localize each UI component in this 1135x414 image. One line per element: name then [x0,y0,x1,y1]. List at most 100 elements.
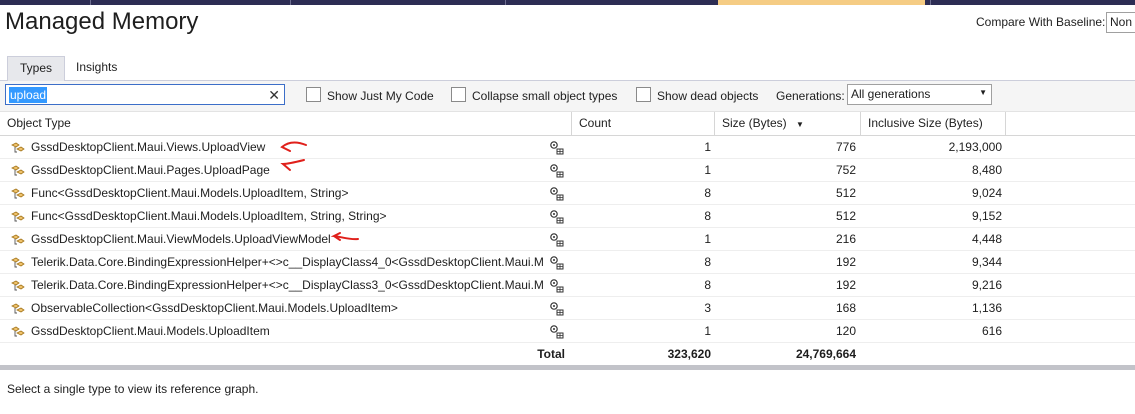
class-type-icon [10,209,26,225]
search-input[interactable] [7,86,267,103]
page-title: Managed Memory [5,8,198,36]
reference-graph-icon[interactable] [549,232,565,248]
object-type-cell: ObservableCollection<GssdDesktopClient.M… [31,297,543,320]
object-type-cell: GssdDesktopClient.Maui.Models.UploadItem [31,320,543,343]
object-type-cell: GssdDesktopClient.Maui.ViewModels.Upload… [31,228,543,251]
inclusive-size-cell: 616 [862,320,1002,343]
inclusive-size-cell: 2,193,000 [862,136,1002,159]
count-cell: 3 [574,297,711,320]
table-row[interactable]: GssdDesktopClient.Maui.ViewModels.Upload… [0,228,1135,251]
inclusive-size-cell: 4,448 [862,228,1002,251]
chevron-down-icon: ▼ [979,88,987,97]
column-header-object-type[interactable]: Object Type [0,112,572,136]
count-cell: 8 [574,274,711,297]
table-row[interactable]: ObservableCollection<GssdDesktopClient.M… [0,297,1135,320]
total-size: 24,769,664 [716,343,856,366]
inclusive-size-cell: 8,480 [862,159,1002,182]
reference-graph-icon[interactable] [549,324,565,340]
class-type-icon [10,278,26,294]
table-row[interactable]: GssdDesktopClient.Maui.Views.UploadView 1… [0,136,1135,159]
horizontal-splitter[interactable] [0,365,1135,370]
size-cell: 192 [716,251,856,274]
count-cell: 8 [574,205,711,228]
column-header-size-label: Size (Bytes) [722,116,787,130]
active-document-tab[interactable] [718,0,925,5]
count-cell: 1 [574,159,711,182]
reference-graph-icon[interactable] [549,209,565,225]
object-type-cell: Func<GssdDesktopClient.Maui.Models.Uploa… [31,182,543,205]
object-type-cell: Func<GssdDesktopClient.Maui.Models.Uploa… [31,205,543,228]
size-cell: 752 [716,159,856,182]
inclusive-size-cell: 1,136 [862,297,1002,320]
tab-insights[interactable]: Insights [64,56,129,81]
inclusive-size-cell: 9,152 [862,205,1002,228]
grid-header: Object Type Count Size (Bytes) ▼ Inclusi… [0,112,1135,136]
table-row[interactable]: Telerik.Data.Core.BindingExpressionHelpe… [0,274,1135,297]
reference-graph-icon[interactable] [549,186,565,202]
reference-graph-icon[interactable] [549,301,565,317]
class-type-icon [10,232,26,248]
class-type-icon [10,140,26,156]
table-row[interactable]: GssdDesktopClient.Maui.Models.UploadItem… [0,320,1135,343]
object-type-cell: Telerik.Data.Core.BindingExpressionHelpe… [31,251,543,274]
inclusive-size-cell: 9,216 [862,274,1002,297]
count-cell: 1 [574,228,711,251]
reference-graph-icon[interactable] [549,278,565,294]
reference-graph-icon[interactable] [549,140,565,156]
clear-search-icon[interactable]: ✕ [268,86,280,104]
document-tab-strip [0,0,1135,5]
count-cell: 1 [574,136,711,159]
reference-graph-icon[interactable] [549,255,565,271]
reference-graph-icon[interactable] [549,163,565,179]
size-cell: 776 [716,136,856,159]
show-just-my-code-label: Show Just My Code [327,89,434,103]
size-cell: 512 [716,182,856,205]
total-row: Total 323,620 24,769,664 [0,343,1135,365]
collapse-small-types-checkbox[interactable] [451,87,466,102]
count-cell: 8 [574,251,711,274]
reference-graph-message: Select a single type to view its referen… [7,382,258,396]
count-cell: 8 [574,182,711,205]
size-cell: 120 [716,320,856,343]
sort-descending-icon: ▼ [796,120,804,129]
total-count: 323,620 [574,343,711,366]
class-type-icon [10,255,26,271]
class-type-icon [10,163,26,179]
tab-separator [505,0,506,5]
compare-baseline-select[interactable]: Non [1106,12,1135,33]
object-type-cell: Telerik.Data.Core.BindingExpressionHelpe… [31,274,543,297]
object-type-cell: GssdDesktopClient.Maui.Views.UploadView [31,136,543,159]
tab-types[interactable]: Types [7,56,65,81]
generations-select[interactable]: All generations ▼ [847,84,992,105]
compare-baseline-label: Compare With Baseline: [976,15,1105,29]
tab-separator [90,0,91,5]
class-type-icon [10,301,26,317]
column-header-size[interactable]: Size (Bytes) ▼ [715,112,861,136]
collapse-small-types-label: Collapse small object types [472,89,617,103]
generations-label: Generations: [776,89,845,103]
class-type-icon [10,186,26,202]
column-header-count[interactable]: Count [572,112,715,136]
inclusive-size-cell: 9,344 [862,251,1002,274]
size-cell: 192 [716,274,856,297]
total-label: Total [480,343,565,366]
tab-separator [290,0,291,5]
table-row[interactable]: Telerik.Data.Core.BindingExpressionHelpe… [0,251,1135,274]
table-row[interactable]: Func<GssdDesktopClient.Maui.Models.Uploa… [0,205,1135,228]
show-dead-objects-label: Show dead objects [657,89,758,103]
size-cell: 168 [716,297,856,320]
search-box[interactable]: upload ✕ [5,84,285,105]
inclusive-size-cell: 9,024 [862,182,1002,205]
generations-value: All generations [851,87,930,101]
size-cell: 216 [716,228,856,251]
class-type-icon [10,324,26,340]
show-just-my-code-checkbox[interactable] [306,87,321,102]
object-type-cell: GssdDesktopClient.Maui.Pages.UploadPage [31,159,543,182]
tab-separator [930,0,931,5]
size-cell: 512 [716,205,856,228]
column-header-inclusive-size[interactable]: Inclusive Size (Bytes) [861,112,1006,136]
show-dead-objects-checkbox[interactable] [636,87,651,102]
table-row[interactable]: GssdDesktopClient.Maui.Pages.UploadPage 1… [0,159,1135,182]
table-row[interactable]: Func<GssdDesktopClient.Maui.Models.Uploa… [0,182,1135,205]
count-cell: 1 [574,320,711,343]
